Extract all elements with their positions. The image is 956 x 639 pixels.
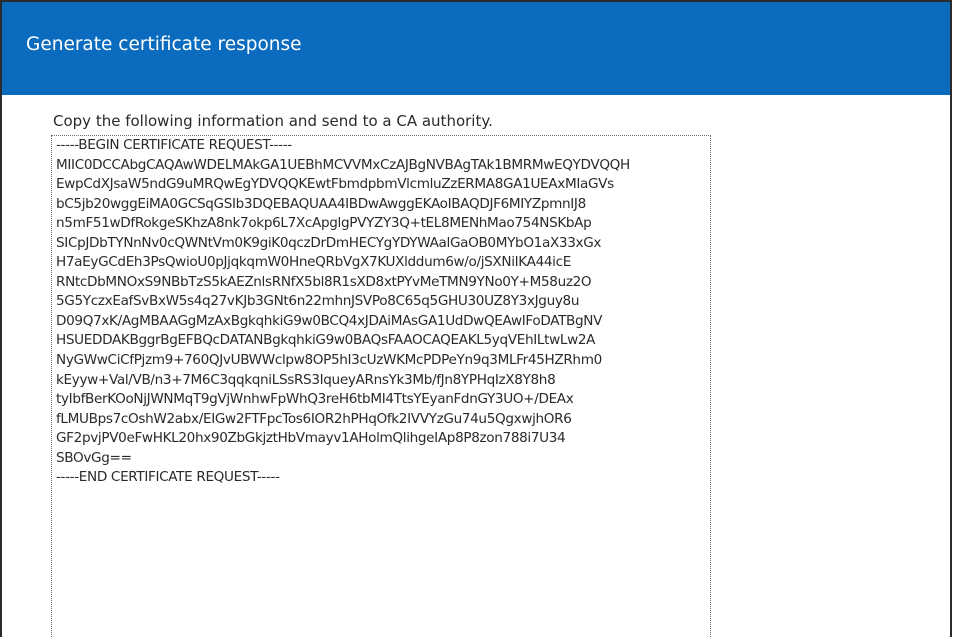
generate-certificate-response-dialog: Generate certificate response Copy the f… [0,0,952,637]
dialog-title: Generate certificate response [26,34,302,55]
certificate-request-textarea[interactable]: -----BEGIN CERTIFICATE REQUEST----- MIIC… [51,135,711,637]
dialog-title-bar: Generate certificate response [2,2,950,95]
dialog-content: Copy the following information and send … [2,95,950,637]
instruction-text: Copy the following information and send … [53,112,493,130]
